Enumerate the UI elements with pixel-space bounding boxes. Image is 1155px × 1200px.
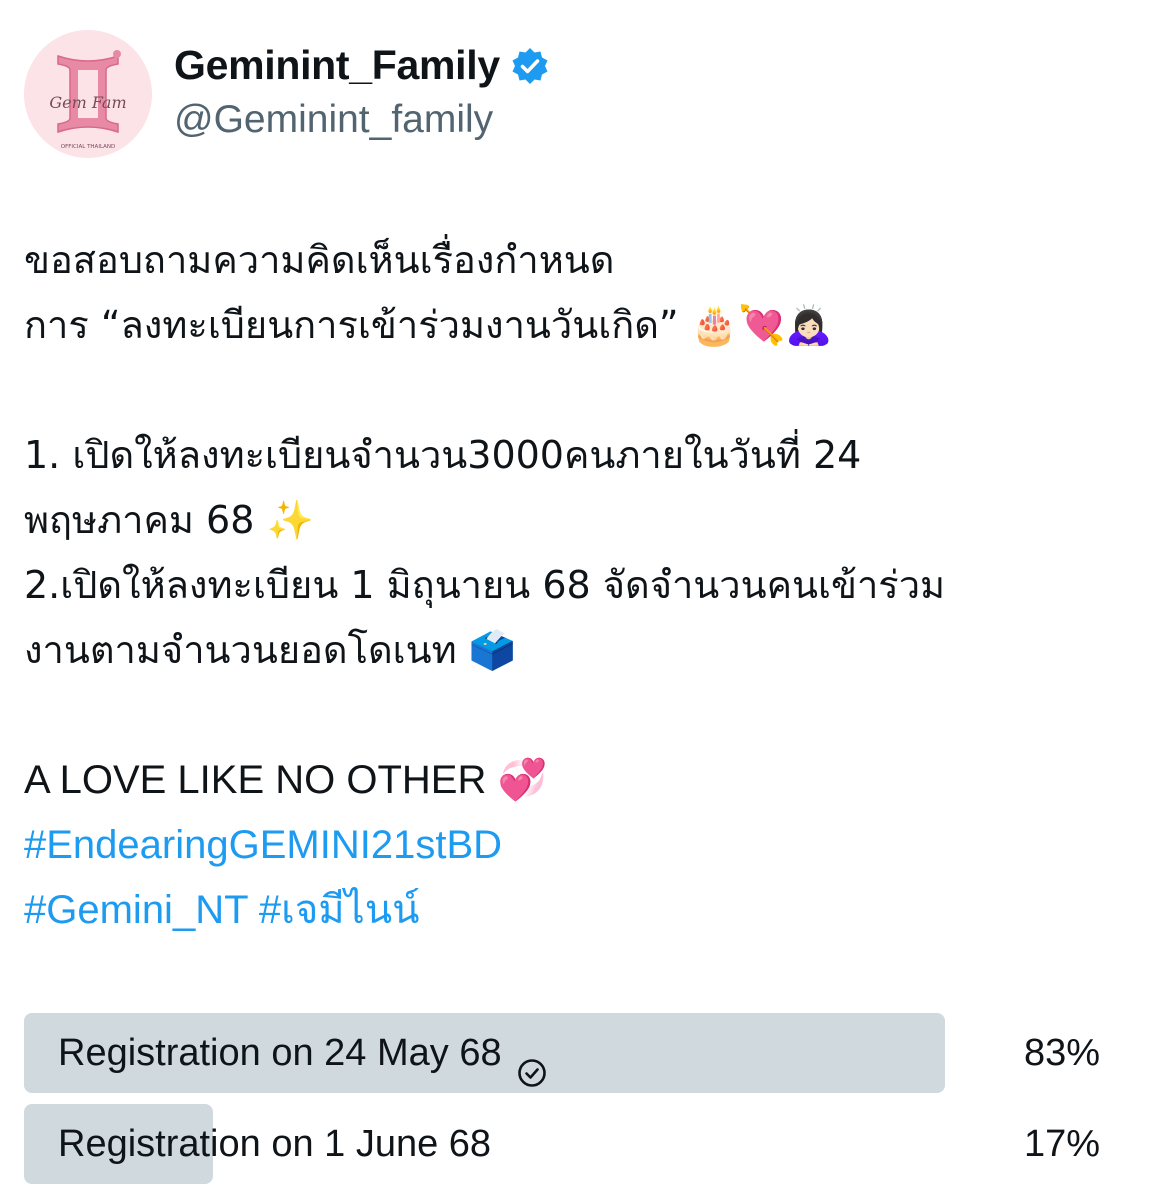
tweet-text: ขอสอบถามความคิดเห็นเรื่องกำหนด การ “ลงทะ…: [24, 228, 1134, 943]
svg-text:OFFICIAL THAILAND: OFFICIAL THAILAND: [61, 144, 116, 150]
tweet-line: งานตามจำนวนยอดโดเนท 🗳️: [24, 628, 517, 672]
hashtag-link[interactable]: #EndearingGEMINI21stBD: [24, 813, 1134, 878]
tweet-line: 1. เปิดให้ลงทะเบียนจำนวน3000คนภายในวันที…: [24, 433, 862, 477]
avatar[interactable]: Gem Fam OFFICIAL THAILAND: [24, 30, 152, 158]
svg-text:Gem Fam: Gem Fam: [49, 93, 126, 112]
gemfam-logo-icon: Gem Fam OFFICIAL THAILAND: [24, 30, 152, 158]
poll-option-percent: 17%: [1023, 1123, 1100, 1165]
author-name-row[interactable]: Geminint_Family: [174, 42, 550, 89]
tweet: Gem Fam OFFICIAL THAILAND Geminint_Famil…: [0, 0, 1155, 1200]
hashtag-link[interactable]: #Gemini_NT #เจมีไนน์: [24, 878, 1134, 943]
poll-option-text: Registration on 1 June 68: [58, 1123, 492, 1165]
poll-option-percent: 83%: [1023, 1032, 1100, 1074]
poll-option-label: Registration on 1 June 68: [58, 1104, 491, 1184]
poll-option-text: Registration on 24 May 68: [58, 1032, 502, 1074]
poll-option-2[interactable]: Registration on 1 June 68 17%: [24, 1104, 1134, 1184]
tweet-line: ขอสอบถามความคิดเห็นเรื่องกำหนด: [24, 238, 615, 282]
check-circle-icon: [516, 1037, 548, 1087]
verified-badge-icon: [510, 46, 550, 86]
tweet-line: A LOVE LIKE NO OTHER 💞: [24, 758, 548, 802]
poll-option-1[interactable]: Registration on 24 May 68 83%: [24, 1013, 1134, 1093]
handle[interactable]: @Geminint_family: [174, 98, 493, 142]
tweet-line: พฤษภาคม 68 ✨: [24, 498, 314, 542]
tweet-line: 2.เปิดให้ลงทะเบียน 1 มิถุนายน 68 จัดจำนว…: [24, 563, 946, 607]
tweet-line: การ “ลงทะเบียนการเข้าร่วมงานวันเกิด” 🎂💘🙇…: [24, 303, 833, 347]
poll-option-label: Registration on 24 May 68: [58, 1013, 548, 1093]
display-name[interactable]: Geminint_Family: [174, 42, 500, 89]
